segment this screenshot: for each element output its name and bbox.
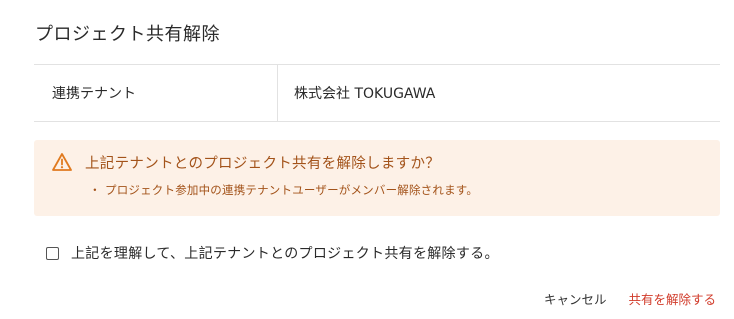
warning-alert: 上記テナントとのプロジェクト共有を解除しますか？ ・プロジェクト参加中の連携テナ…	[34, 140, 720, 216]
tenant-info-table: 連携テナント 株式会社 TOKUGAWA	[34, 64, 720, 122]
unshare-button[interactable]: 共有を解除する	[624, 287, 720, 310]
tenant-label: 連携テナント	[34, 65, 278, 121]
confirm-checkbox-label[interactable]: 上記を理解して、上記テナントとのプロジェクト共有を解除する。	[71, 243, 499, 263]
warning-detail: プロジェクト参加中の連携テナントユーザーがメンバー解除されます。	[105, 183, 479, 197]
dialog-actions: キャンセル 共有を解除する	[540, 287, 720, 310]
unshare-project-dialog: プロジェクト共有解除 連携テナント 株式会社 TOKUGAWA 上記テナントとの…	[0, 0, 734, 319]
bullet: ・	[89, 183, 101, 197]
warning-detail-line: ・プロジェクト参加中の連携テナントユーザーがメンバー解除されます。	[85, 182, 478, 198]
cancel-button[interactable]: キャンセル	[540, 287, 611, 310]
tenant-name: 株式会社 TOKUGAWA	[294, 86, 436, 102]
warning-triangle-icon	[52, 153, 72, 171]
confirm-checkbox-row[interactable]: 上記を理解して、上記テナントとのプロジェクト共有を解除する。	[46, 243, 499, 263]
confirm-checkbox[interactable]	[46, 246, 59, 260]
dialog-title: プロジェクト共有解除	[35, 24, 220, 45]
warning-message: 上記テナントとのプロジェクト共有を解除しますか？	[85, 156, 441, 172]
